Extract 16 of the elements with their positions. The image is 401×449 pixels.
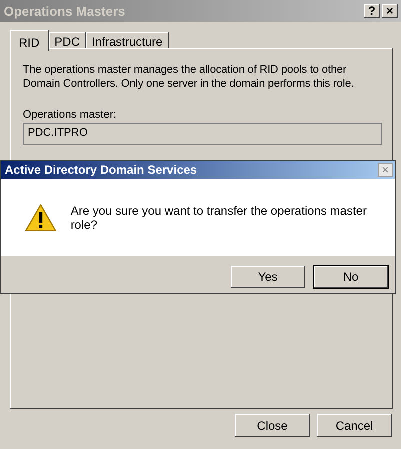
- tab[interactable]: RID: [10, 30, 49, 51]
- dialog-button[interactable]: Yes: [231, 266, 305, 288]
- dialog-button[interactable]: Cancel: [317, 414, 392, 437]
- dialog-title: Active Directory Domain Services: [5, 163, 198, 177]
- warning-icon: [25, 204, 57, 232]
- dialog-button[interactable]: Close: [235, 414, 310, 437]
- operations-master-field[interactable]: PDC.ITPRO: [23, 123, 382, 145]
- help-button[interactable]: ?: [364, 4, 380, 18]
- tab[interactable]: Infrastructure: [86, 32, 169, 48]
- message-text: Are you sure you want to transfer the operations master role?: [70, 204, 368, 232]
- tab[interactable]: PDC: [48, 32, 86, 48]
- dialog-button[interactable]: No: [314, 266, 388, 288]
- close-button[interactable]: ×: [382, 4, 398, 18]
- description-text: The operations master manages the allocation of RID pools to other Domain Controllers. Only one server in the domain performs this role.: [23, 63, 356, 91]
- field-label: Operations master:: [23, 109, 118, 121]
- window-title: Operations Masters: [4, 4, 126, 18]
